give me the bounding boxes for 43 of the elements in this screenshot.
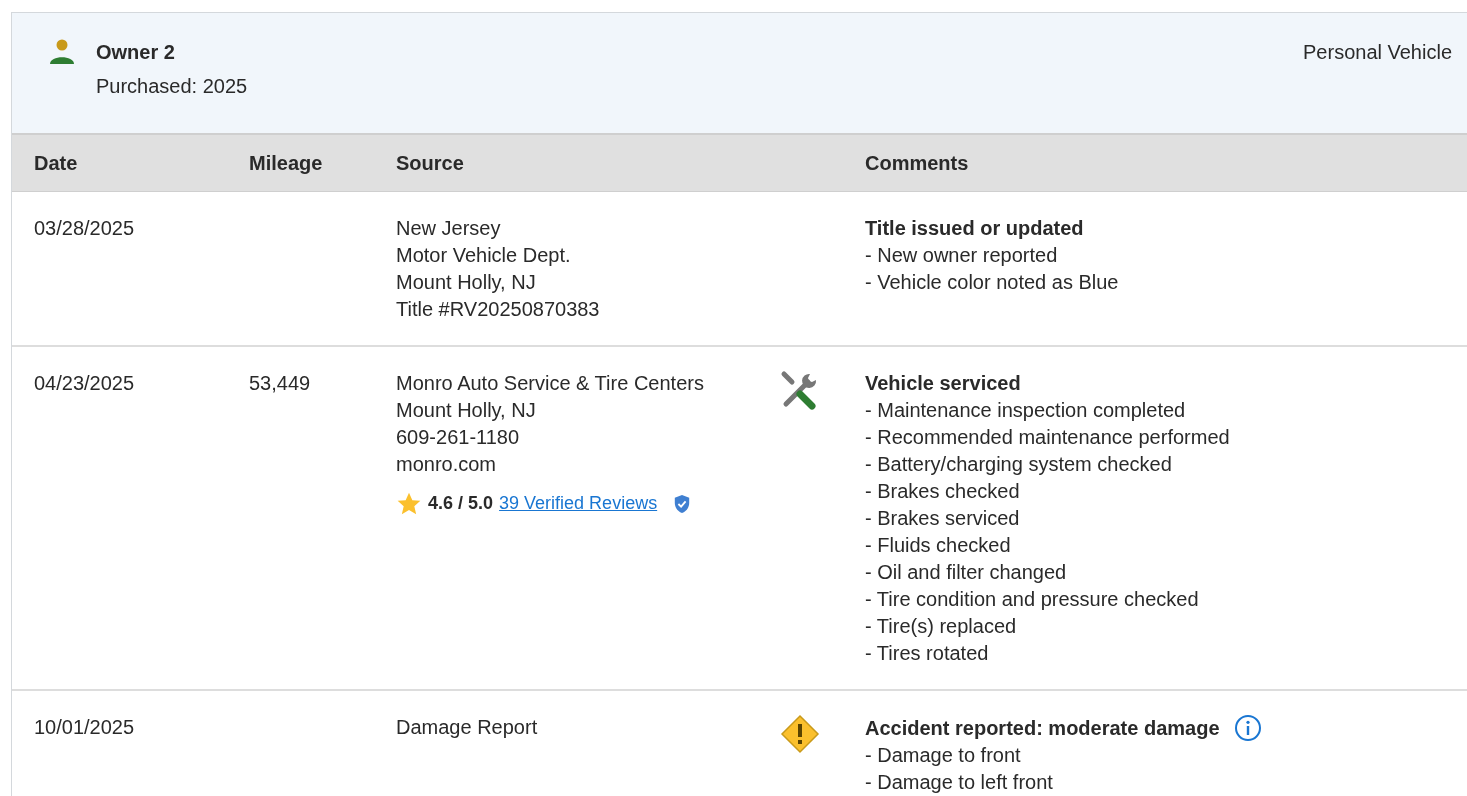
source-line: Mount Holly, NJ xyxy=(396,398,537,423)
comment-line: - Oil and filter changed xyxy=(865,560,1068,585)
comment-line: - Recommended maintenance performed xyxy=(865,425,1231,450)
comment-line: - Battery/charging system checked xyxy=(865,452,1173,477)
comment-line: - Vehicle color noted as Blue xyxy=(865,270,1120,295)
column-header: Source xyxy=(395,151,465,175)
owner-title: Owner 2 xyxy=(96,40,176,65)
column-header: Mileage xyxy=(248,151,324,175)
date-cell: 04/23/2025 xyxy=(34,372,135,394)
source-line: Title #RV20250870383 xyxy=(396,297,601,322)
comment-line: - Tire condition and pressure checked xyxy=(865,587,1200,612)
warning-icon xyxy=(780,714,820,754)
comment-line: - Fluids checked xyxy=(865,533,1012,558)
source-line: Motor Vehicle Dept. xyxy=(396,243,572,268)
vehicle-type: Personal Vehicle xyxy=(1303,40,1452,65)
comment-line: - Maintenance inspection completed xyxy=(865,398,1187,423)
column-header: Date xyxy=(33,151,79,175)
source-line: New Jersey xyxy=(396,216,502,241)
verified-shield-icon xyxy=(673,493,692,514)
date-cell: 03/28/2025 xyxy=(34,217,135,239)
reviews-link[interactable]: 39 Verified Reviews xyxy=(499,490,658,517)
comment-line: - New owner reported xyxy=(865,243,1059,268)
comment-line: - Tire(s) replaced xyxy=(865,614,1018,639)
source-line: Monro Auto Service & Tire Centers xyxy=(396,371,705,396)
date-cell: 10/01/2025 xyxy=(34,716,135,738)
comment-title: Vehicle serviced xyxy=(865,371,1021,396)
person-icon xyxy=(48,39,76,65)
comment-line: - Damage to front xyxy=(865,743,1022,768)
comment-line: - Brakes serviced xyxy=(865,506,1021,531)
purchase-date: Purchased: 2025 xyxy=(96,74,249,99)
source-line: monro.com xyxy=(396,452,498,477)
comment-line: - Tires rotated xyxy=(865,641,990,666)
column-header: Comments xyxy=(864,151,970,175)
mileage-cell: 53,449 xyxy=(249,372,311,394)
comment-line: - Brakes checked xyxy=(865,479,1021,504)
comment-title: Accident reported: moderate damage xyxy=(865,715,1220,741)
source-line: 609-261-1180 xyxy=(396,425,521,450)
rating-score: 4.6 / 5.0 xyxy=(428,492,494,515)
source-line: Mount Holly, NJ xyxy=(396,270,537,295)
comment-line: - Damage to left front xyxy=(865,770,1054,795)
comment-title: Title issued or updated xyxy=(865,216,1084,241)
info-icon[interactable] xyxy=(1233,714,1262,742)
source-line: Damage Report xyxy=(396,715,539,740)
